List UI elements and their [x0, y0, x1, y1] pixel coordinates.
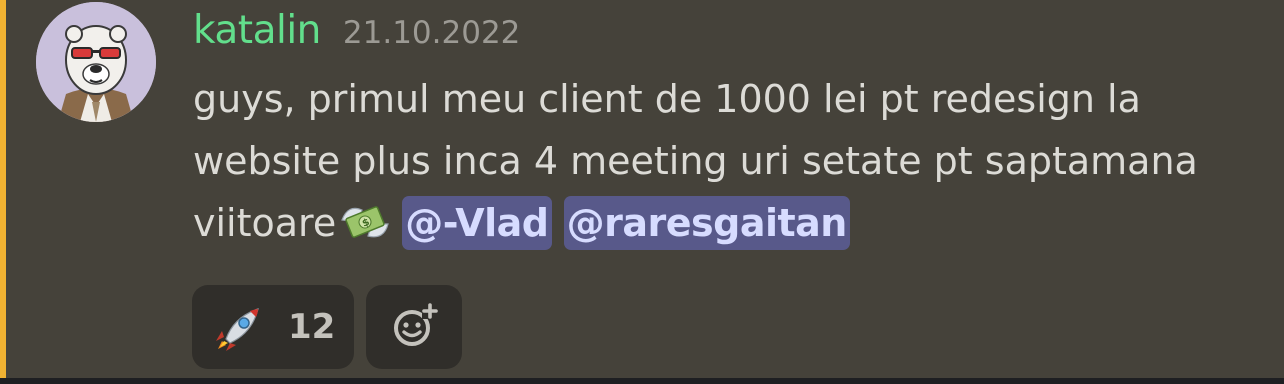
avatar[interactable]	[36, 2, 156, 122]
message-header: katalin 21.10.2022	[193, 8, 520, 60]
reaction-rocket-button[interactable]: 12	[192, 285, 354, 369]
message-text-line-1: guys, primul meu client de 1000 lei pt r…	[193, 77, 1141, 121]
message-content: guys, primul meu client de 1000 lei pt r…	[193, 68, 1263, 254]
message-timestamp: 21.10.2022	[342, 15, 521, 51]
mention-vlad[interactable]: @-Vlad	[402, 196, 552, 250]
mention-highlight-bar	[0, 0, 6, 378]
reaction-count: 12	[288, 307, 336, 347]
message-text-line-3-text: viitoare	[193, 201, 337, 245]
message-text-line-3: viitoare $ @-Vlad @raresgaitan	[193, 192, 1263, 254]
add-reaction-smiley-icon	[394, 303, 438, 346]
mention-raresgaitan[interactable]: @raresgaitan	[563, 196, 850, 250]
rocket-emoji-icon	[216, 308, 259, 351]
message-text-line-2: website plus inca 4 meeting uri setate p…	[193, 139, 1198, 183]
author-username[interactable]: katalin	[193, 8, 321, 53]
add-reaction-button[interactable]	[366, 285, 462, 369]
polar-bear-avatar-icon	[36, 2, 156, 122]
money-with-wings-emoji-icon: $	[336, 200, 394, 244]
chat-message: katalin 21.10.2022 guys, primul meu clien…	[0, 0, 1284, 378]
